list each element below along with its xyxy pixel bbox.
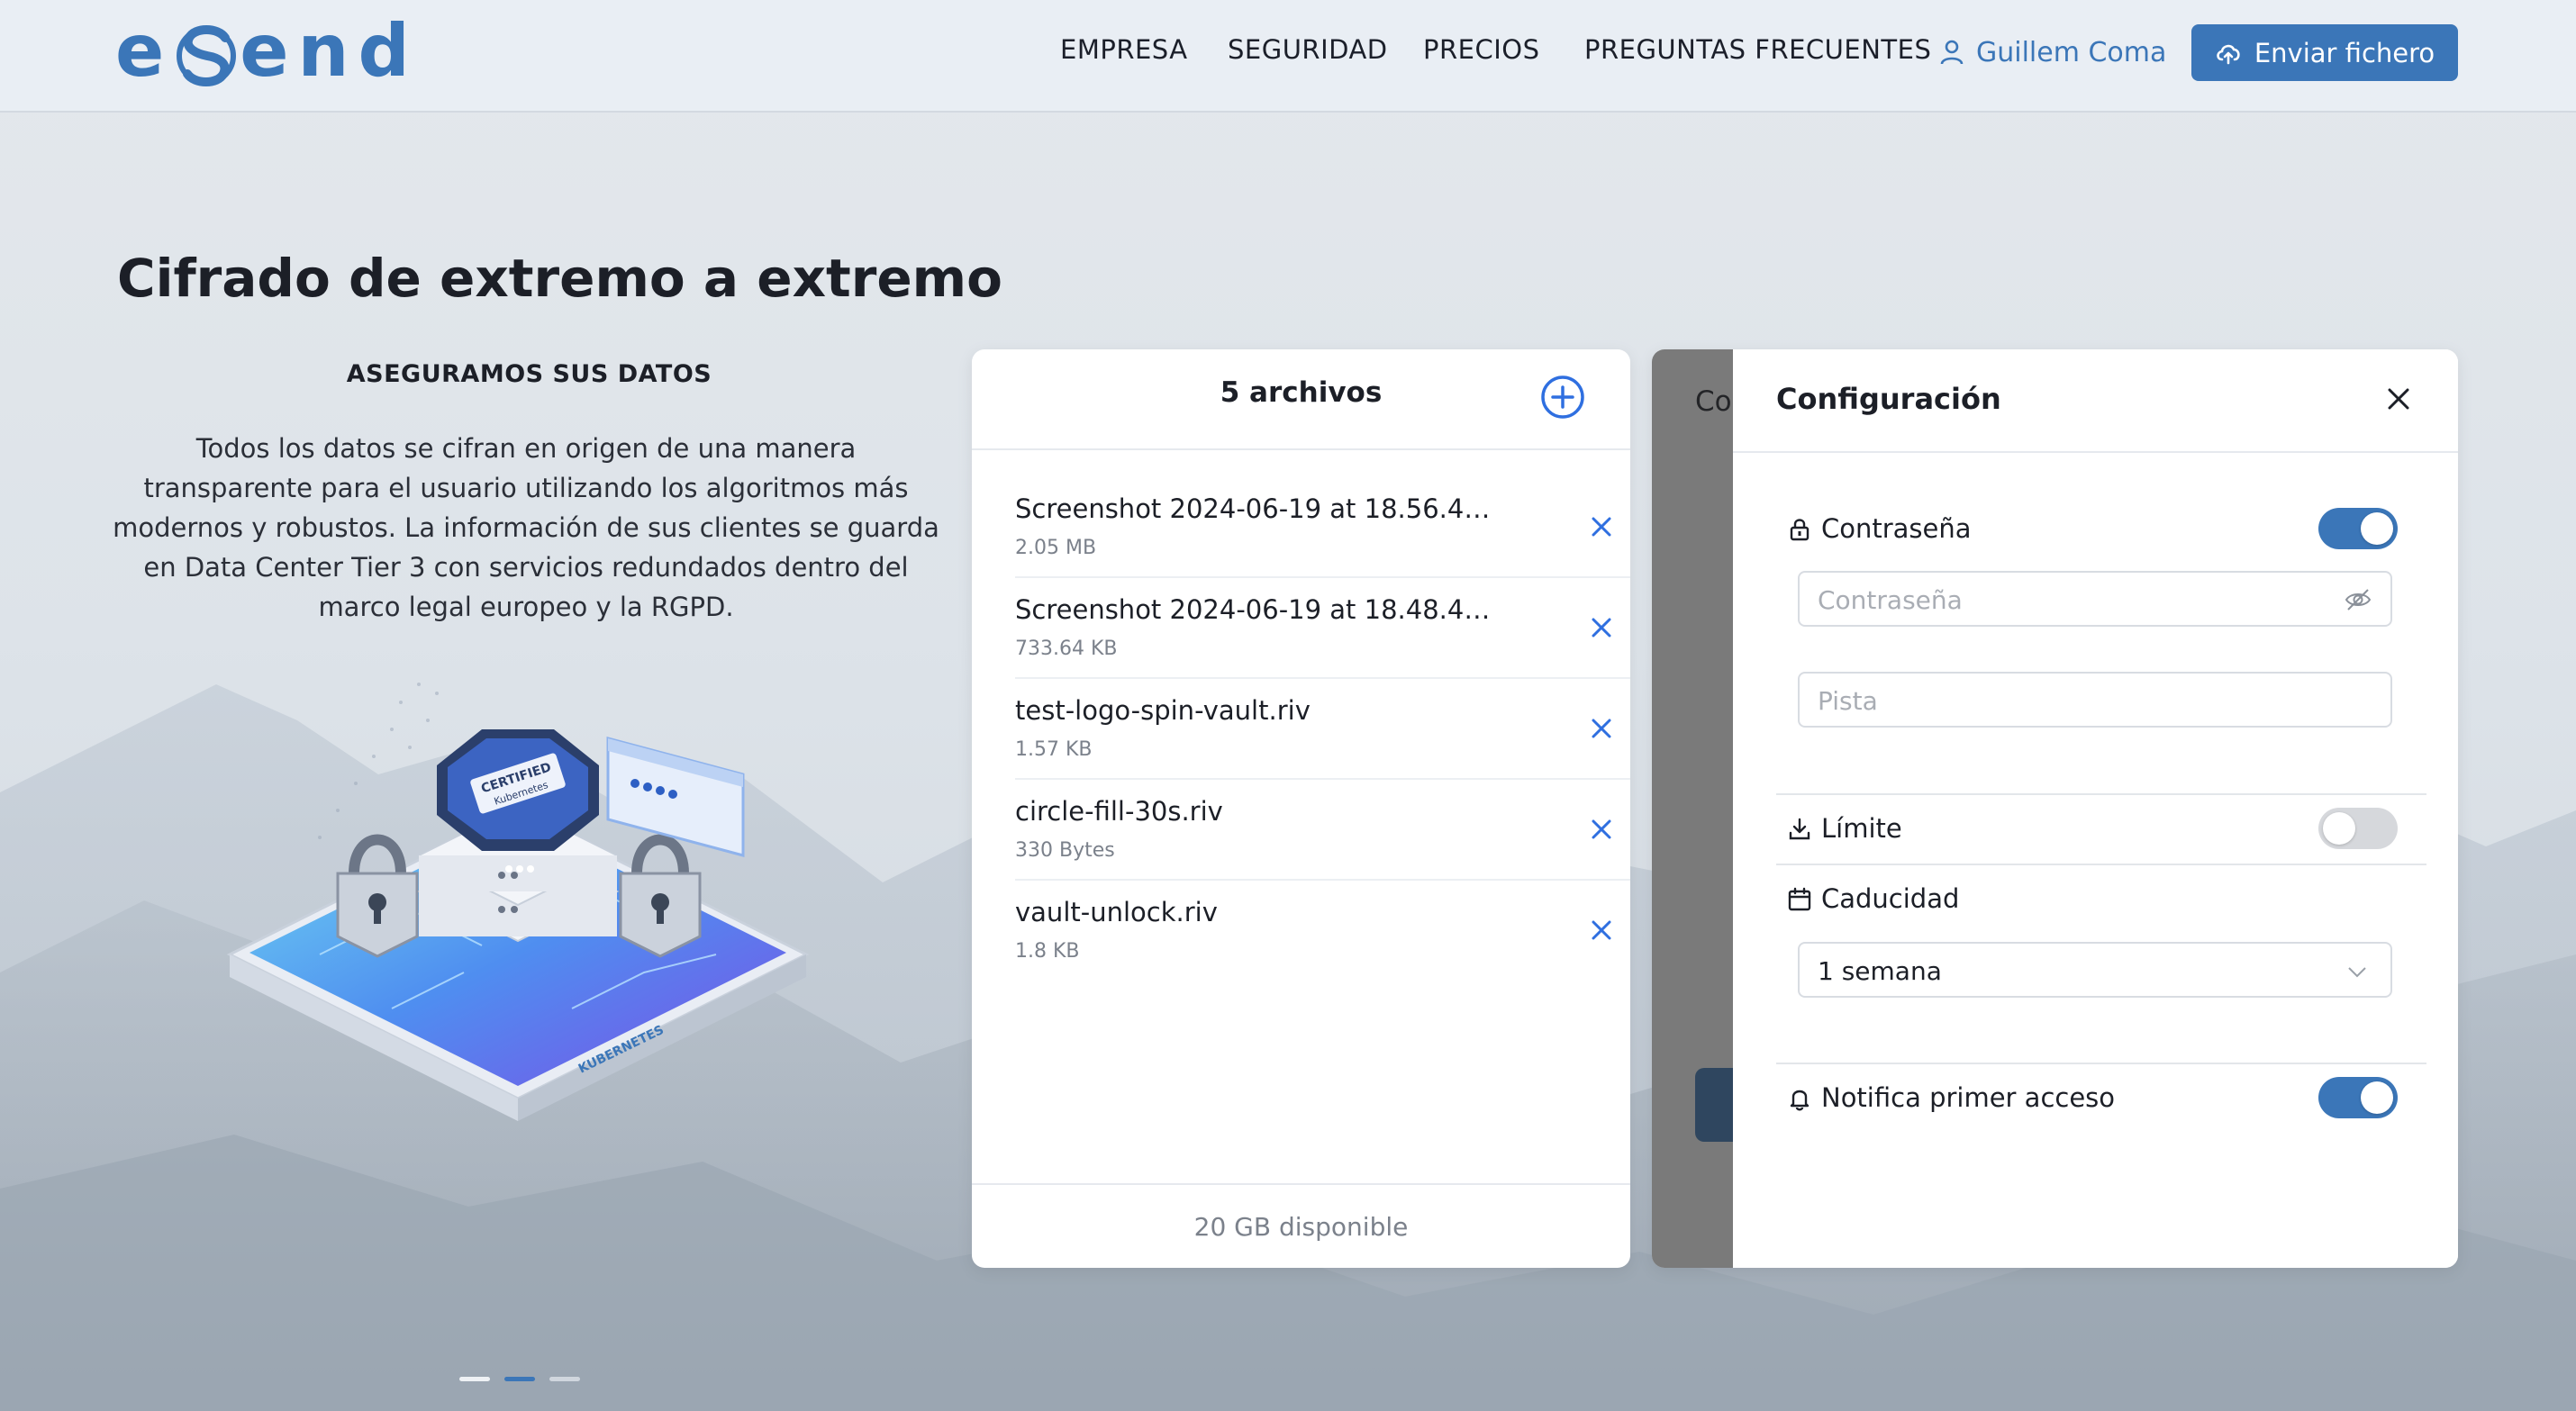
- cloud-upload-icon: [2217, 44, 2240, 64]
- limit-label: Límite: [1821, 813, 1902, 844]
- file-name: vault-unlock.riv: [1015, 897, 1218, 927]
- file-list: Screenshot 2024-06-19 at 18.56.41.p... 2…: [1015, 477, 1630, 981]
- divider: [1776, 793, 2426, 795]
- carousel-dot-active[interactable]: [504, 1377, 535, 1381]
- files-footer: 20 GB disponible: [972, 1183, 1630, 1268]
- send-file-label: Enviar fichero: [2254, 37, 2435, 68]
- send-file-button[interactable]: Enviar fichero: [2191, 24, 2458, 81]
- calendar-icon: [1788, 887, 1811, 911]
- hint-field[interactable]: [1798, 672, 2392, 728]
- toggle-knob: [2361, 512, 2393, 545]
- storage-available: 20 GB disponible: [1193, 1212, 1409, 1242]
- bell-icon: [1790, 1090, 1810, 1111]
- file-name: Screenshot 2024-06-19 at 18.56.41.p...: [1015, 493, 1492, 524]
- user-icon: [1940, 40, 1964, 65]
- file-size: 733.64 KB: [1015, 638, 1118, 660]
- user-name: Guillem Coma: [1976, 36, 2167, 68]
- chevron-down-icon: [2348, 967, 2366, 978]
- limit-toggle[interactable]: [2318, 808, 2398, 849]
- lock-icon: [1790, 519, 1810, 541]
- password-input[interactable]: [1818, 582, 2322, 618]
- config-title: Configuración: [1776, 382, 2001, 416]
- expiry-select[interactable]: 1 semana: [1798, 942, 2392, 998]
- close-icon[interactable]: [2383, 384, 2414, 414]
- password-field[interactable]: [1798, 571, 2392, 627]
- toggle-knob: [2323, 812, 2355, 845]
- expiry-selected-value: 1 semana: [1818, 956, 1942, 986]
- remove-file-icon[interactable]: [1586, 511, 1617, 542]
- hero-subtitle: ASEGURAMOS SUS DATOS: [346, 360, 712, 388]
- carousel-indicators: [459, 1377, 594, 1382]
- file-size: 2.05 MB: [1015, 537, 1097, 559]
- file-item: Screenshot 2024-06-19 at 18.48.43.p... 7…: [1015, 578, 1630, 679]
- download-icon: [1789, 818, 1810, 840]
- remove-file-icon[interactable]: [1586, 814, 1617, 845]
- config-header: Configuración: [1733, 349, 2458, 453]
- notify-label: Notifica primer acceso: [1821, 1082, 2116, 1113]
- file-item: Screenshot 2024-06-19 at 18.56.41.p... 2…: [1015, 477, 1630, 578]
- security-illustration: CERTIFIED Kubernetes KUBERNETES: [226, 683, 810, 1121]
- file-size: 330 Bytes: [1015, 839, 1115, 862]
- add-file-icon[interactable]: [1539, 374, 1586, 421]
- user-account-link[interactable]: Guillem Coma: [1940, 31, 2166, 74]
- file-size: 1.57 KB: [1015, 738, 1093, 761]
- carousel-dot[interactable]: [549, 1377, 580, 1381]
- logo-s-icon: [177, 25, 237, 87]
- remove-file-icon[interactable]: [1586, 915, 1617, 945]
- password-toggle[interactable]: [2318, 508, 2398, 549]
- file-item: circle-fill-30s.riv 330 Bytes: [1015, 780, 1630, 881]
- nav-preguntas-frecuentes[interactable]: PREGUNTAS FRECUENTES: [1584, 34, 1931, 65]
- top-header: e end EMPRESA SEGURIDAD PRECIOS PREGUNTAS…: [0, 0, 2576, 113]
- hint-input[interactable]: [1818, 683, 2322, 719]
- logo-wordmark: e end: [115, 9, 419, 93]
- password-label: Contraseña: [1821, 513, 1972, 544]
- expiry-option: Caducidad: [1769, 878, 2419, 921]
- remove-file-icon[interactable]: [1586, 713, 1617, 744]
- limit-option: Límite: [1769, 808, 2419, 851]
- file-name: circle-fill-30s.riv: [1015, 796, 1223, 827]
- overlay-backdrop[interactable]: [1652, 349, 1733, 1268]
- file-name: test-logo-spin-vault.riv: [1015, 695, 1311, 726]
- send-panel: Co Configuración Contraseña Límite: [1652, 349, 2458, 1268]
- file-size: 1.8 KB: [1015, 940, 1080, 963]
- files-header: 5 archivos: [972, 349, 1630, 450]
- divider: [1776, 864, 2426, 865]
- files-count-title: 5 archivos: [1220, 376, 1383, 409]
- nav-empresa[interactable]: EMPRESA: [1060, 34, 1188, 65]
- esend-logo[interactable]: e end: [115, 11, 419, 92]
- eye-off-icon[interactable]: [2344, 585, 2372, 614]
- remove-file-icon[interactable]: [1586, 612, 1617, 643]
- nav-seguridad[interactable]: SEGURIDAD: [1228, 34, 1388, 65]
- file-item: vault-unlock.riv 1.8 KB: [1015, 881, 1630, 981]
- files-panel: 5 archivos Screenshot 2024-06-19 at 18.5…: [972, 349, 1630, 1268]
- hero-description: Todos los datos se cifran en origen de u…: [113, 433, 939, 622]
- toggle-knob: [2361, 1081, 2393, 1114]
- expiry-label: Caducidad: [1821, 883, 1960, 914]
- notify-option: Notifica primer acceso: [1769, 1077, 2419, 1120]
- file-item: test-logo-spin-vault.riv 1.57 KB: [1015, 679, 1630, 780]
- hero-title: Cifrado de extremo a extremo: [117, 248, 1002, 309]
- nav-precios[interactable]: PRECIOS: [1423, 34, 1540, 65]
- password-option: Contraseña: [1769, 508, 2419, 551]
- file-name: Screenshot 2024-06-19 at 18.48.43.p...: [1015, 594, 1492, 625]
- carousel-dot[interactable]: [459, 1377, 490, 1381]
- config-drawer: Configuración Contraseña Límite Caducid: [1733, 349, 2458, 1268]
- notify-toggle[interactable]: [2318, 1077, 2398, 1118]
- divider: [1776, 1063, 2426, 1064]
